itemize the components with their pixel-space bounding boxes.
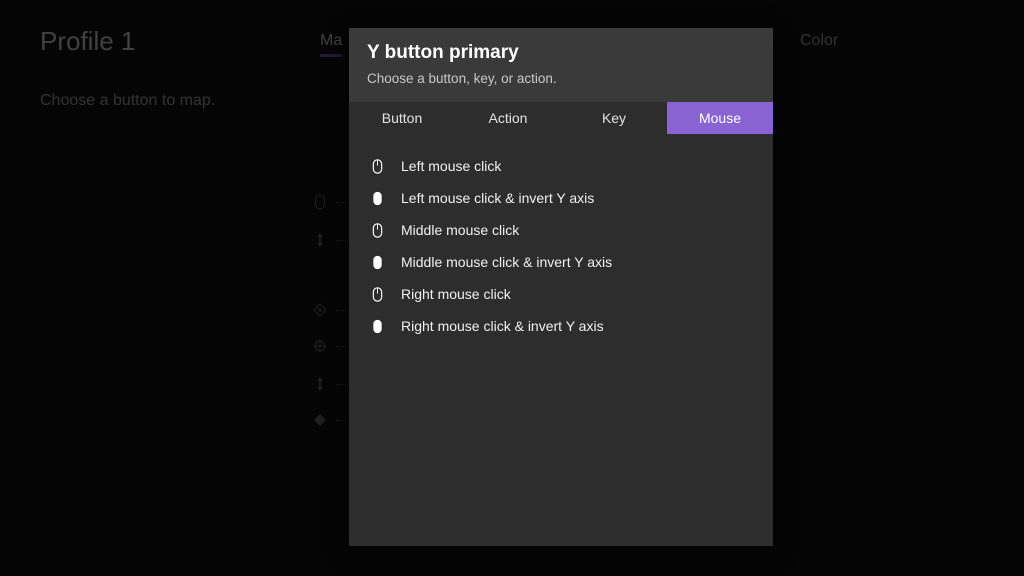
tab-action[interactable]: Action (455, 102, 561, 134)
profile-title: Profile 1 (40, 26, 135, 57)
mouse-icon (365, 255, 389, 270)
bg-tab-mapping[interactable]: Ma (320, 32, 342, 57)
option-label: Right mouse click & invert Y axis (401, 318, 604, 334)
tab-button[interactable]: Button (349, 102, 455, 134)
option-row[interactable]: Right mouse click & invert Y axis (365, 310, 757, 342)
tab-mouse[interactable]: Mouse (667, 102, 773, 134)
option-row[interactable]: Left mouse click (365, 150, 757, 182)
dialog-header: Y button primary Choose a button, key, o… (349, 28, 773, 102)
mouse-icon (365, 287, 389, 302)
dialog-subtitle: Choose a button, key, or action. (367, 71, 755, 86)
dialog-title: Y button primary (367, 42, 755, 64)
dialog-tabbar: Button Action Key Mouse (349, 102, 773, 134)
mapping-dialog: Y button primary Choose a button, key, o… (349, 28, 773, 546)
option-label: Left mouse click & invert Y axis (401, 190, 594, 206)
option-row[interactable]: Right mouse click (365, 278, 757, 310)
option-label: Right mouse click (401, 286, 511, 302)
bg-tab-color[interactable]: Color (800, 32, 838, 50)
option-label: Left mouse click (401, 158, 501, 174)
option-row[interactable]: Left mouse click & invert Y axis (365, 182, 757, 214)
mouse-icon (365, 223, 389, 238)
dialog-options-list: Left mouse click Left mouse click & inve… (349, 134, 773, 342)
choose-button-prompt: Choose a button to map. (40, 92, 215, 110)
option-label: Middle mouse click (401, 222, 519, 238)
mouse-icon (365, 191, 389, 206)
mouse-icon (365, 319, 389, 334)
option-label: Middle mouse click & invert Y axis (401, 254, 612, 270)
mouse-icon (365, 159, 389, 174)
option-row[interactable]: Middle mouse click & invert Y axis (365, 246, 757, 278)
tab-key[interactable]: Key (561, 102, 667, 134)
option-row[interactable]: Middle mouse click (365, 214, 757, 246)
